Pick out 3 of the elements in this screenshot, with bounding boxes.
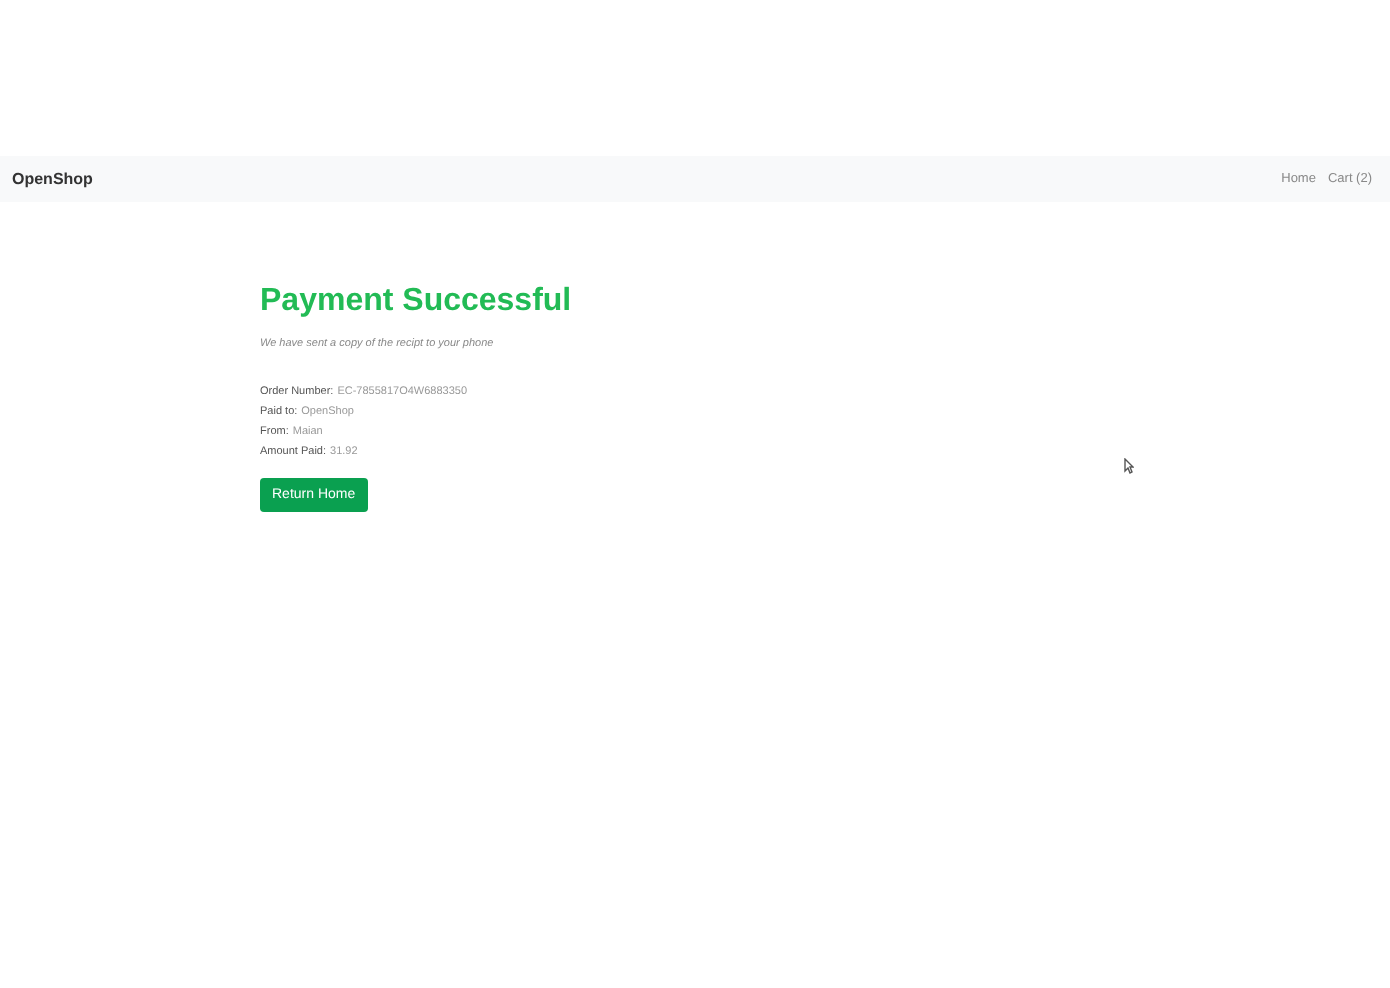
brand-link[interactable]: OpenShop: [12, 167, 93, 191]
cursor-icon: [1124, 458, 1134, 474]
page-title: Payment Successful: [260, 286, 574, 318]
